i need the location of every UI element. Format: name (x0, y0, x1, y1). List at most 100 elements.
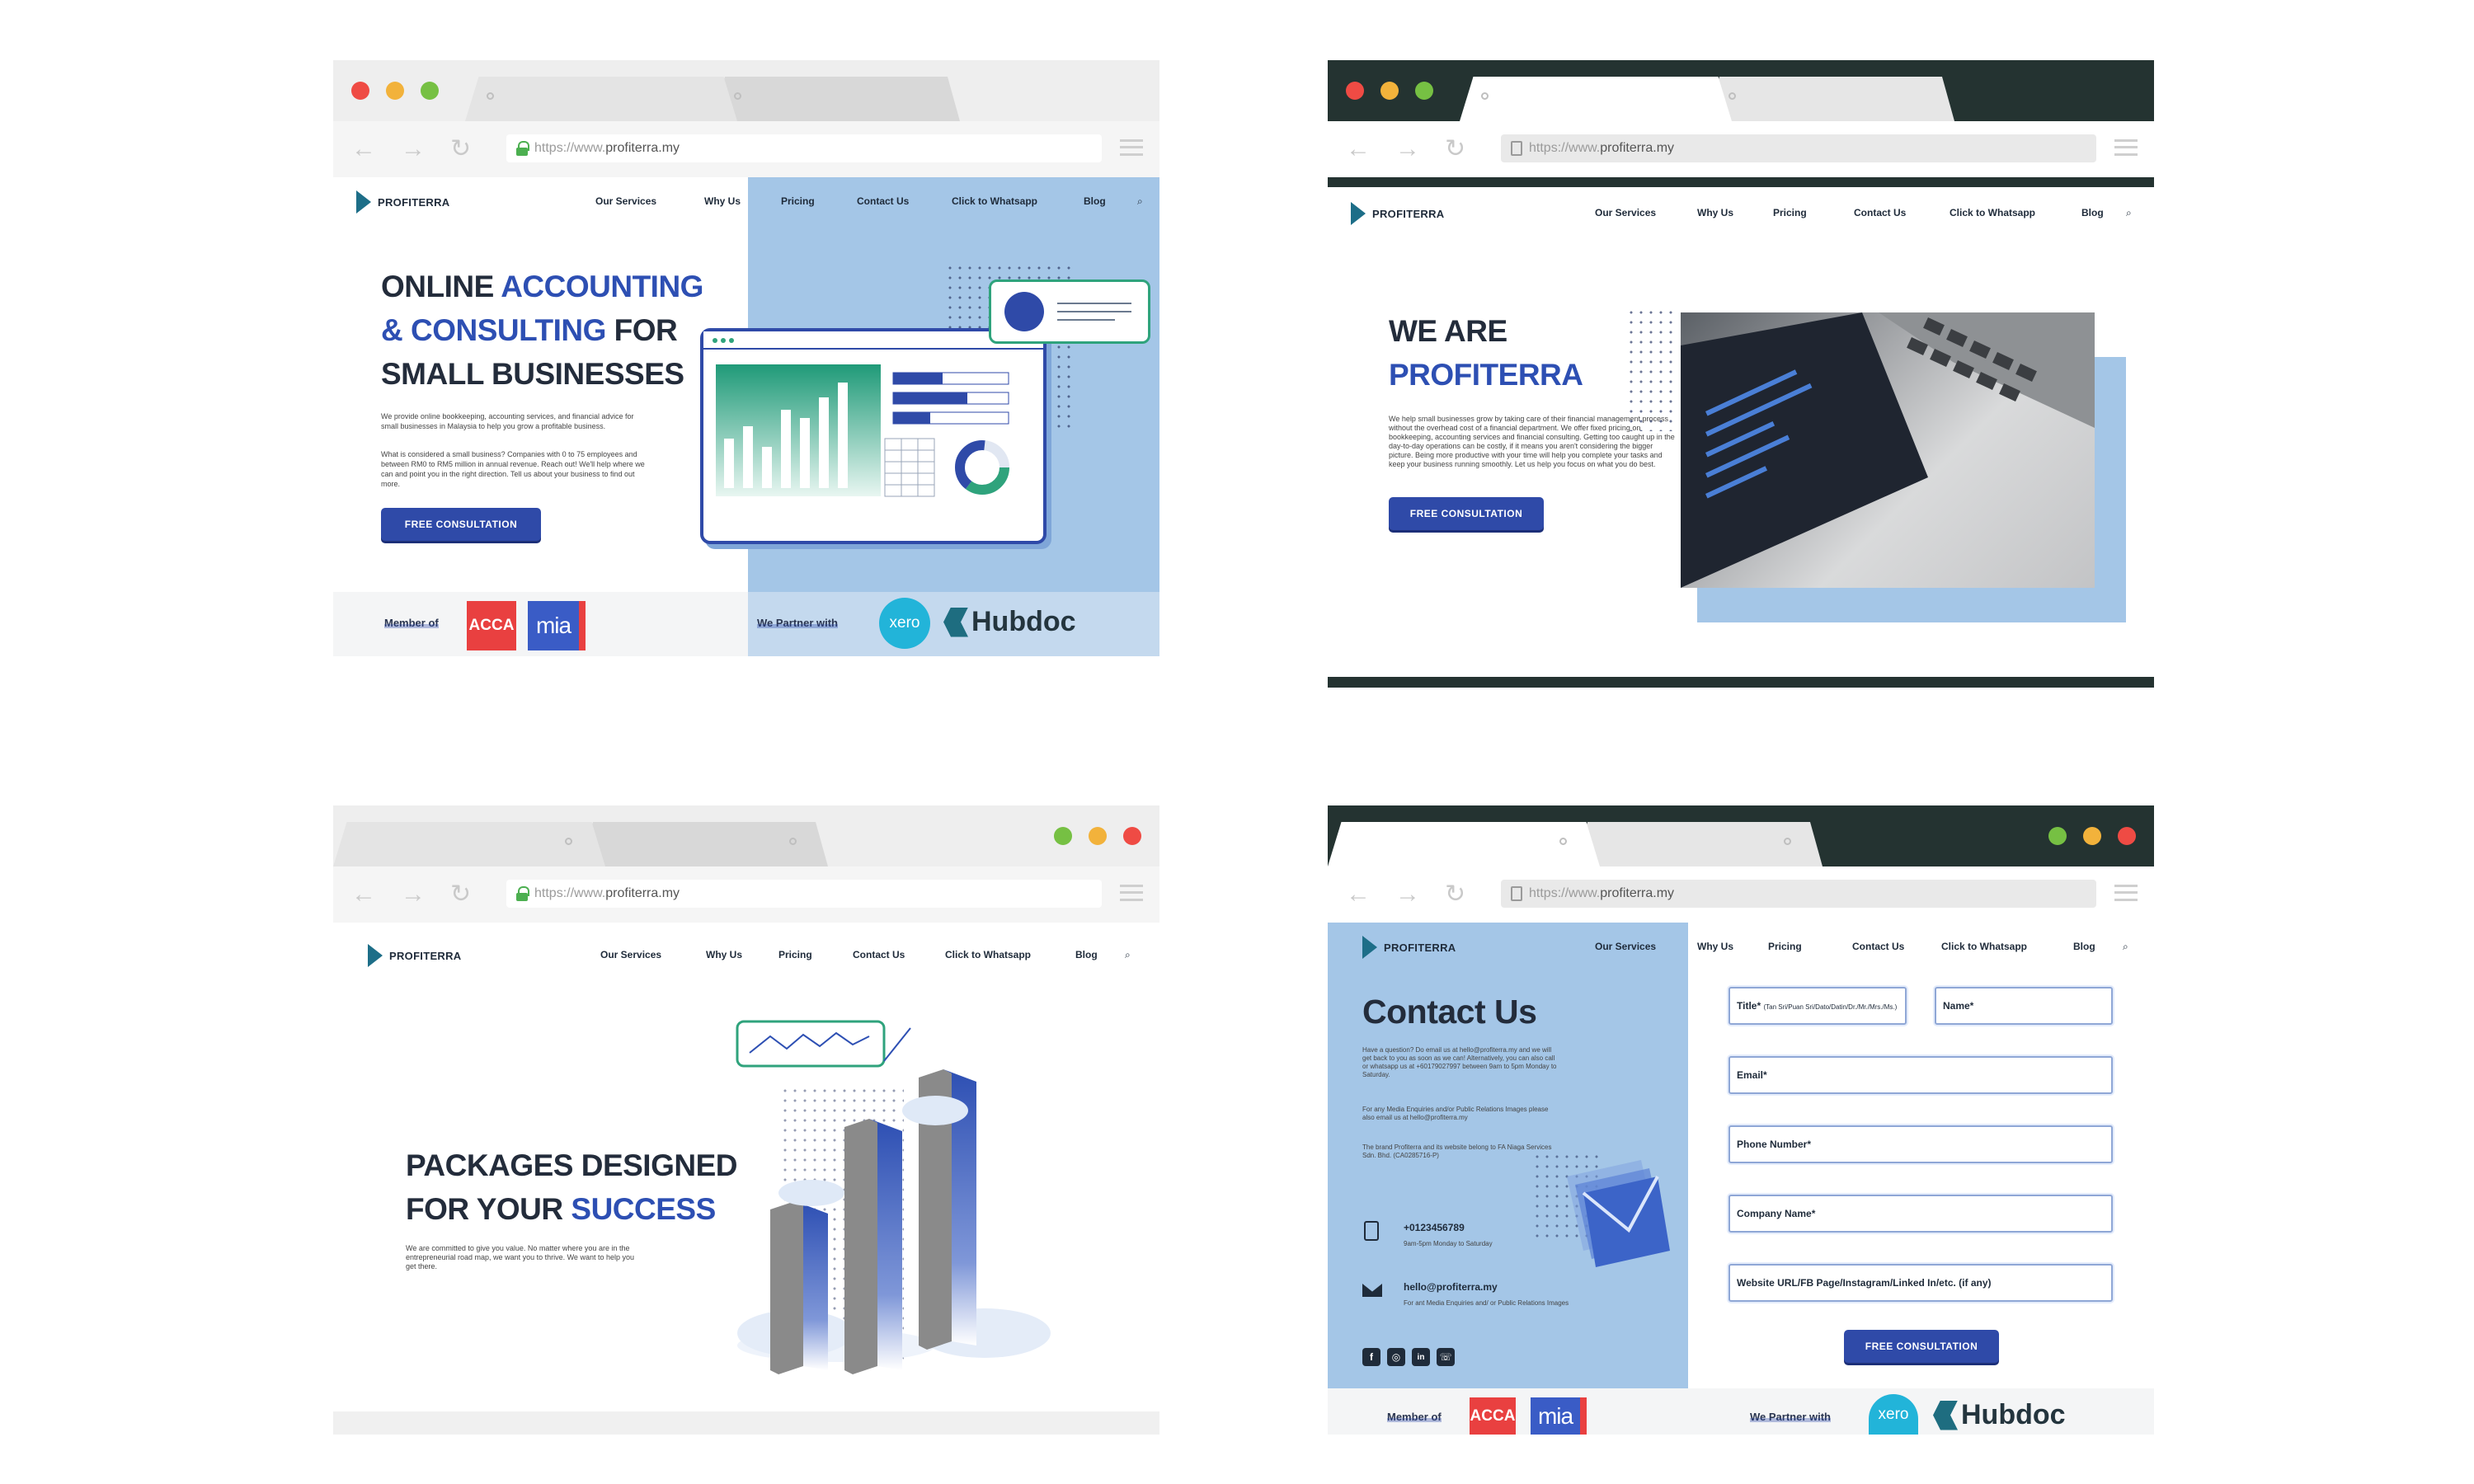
company-name-field[interactable]: Company Name* (1729, 1195, 2113, 1233)
reload-icon[interactable]: ↻ (450, 882, 471, 907)
close-window-button[interactable] (1346, 82, 1364, 100)
nav-pricing[interactable]: Pricing (1773, 207, 1807, 218)
nav-pricing[interactable]: Pricing (781, 195, 815, 207)
nav-blog[interactable]: Blog (1084, 195, 1106, 207)
brand-logo[interactable]: PROFITERRA (356, 190, 450, 214)
hamburger-menu-icon[interactable] (1120, 139, 1143, 156)
mia-logo[interactable]: mia (528, 601, 586, 650)
whatsapp-icon[interactable]: ☏ (1437, 1348, 1455, 1366)
browser-tab-active[interactable] (465, 77, 737, 121)
search-icon[interactable]: ⌕ (1137, 195, 1143, 208)
forward-arrow-icon[interactable]: → (401, 137, 426, 162)
instagram-icon[interactable]: ◎ (1387, 1348, 1405, 1366)
brand-logo[interactable]: PROFITERRA (1362, 936, 1456, 959)
forward-arrow-icon[interactable]: → (1395, 137, 1420, 162)
nav-contact-us[interactable]: Contact Us (1852, 941, 1904, 952)
mia-logo[interactable]: mia (1531, 1397, 1587, 1435)
phone-number[interactable]: +0123456789 (1404, 1223, 1465, 1233)
back-arrow-icon[interactable]: ← (351, 882, 376, 907)
back-arrow-icon[interactable]: ← (1346, 137, 1371, 162)
brand-logo[interactable]: PROFITERRA (368, 944, 462, 967)
browser-window-contact: ← → ↻ https://www.profiterra.my PROFITER… (1328, 805, 2154, 1435)
site-navbar: PROFITERRA Our Services Why Us Pricing C… (1328, 923, 2154, 970)
nav-why-us[interactable]: Why Us (704, 195, 741, 207)
phone-field[interactable]: Phone Number* (1729, 1125, 2113, 1163)
browser-tab-inactive[interactable] (713, 77, 960, 121)
forward-arrow-icon[interactable]: → (1395, 882, 1420, 907)
hamburger-menu-icon[interactable] (1120, 885, 1143, 901)
minimize-window-button[interactable] (2083, 827, 2101, 845)
nav-blog[interactable]: Blog (1075, 949, 1098, 960)
acca-logo[interactable]: ACCA (1470, 1397, 1516, 1435)
hamburger-menu-icon[interactable] (2114, 139, 2138, 156)
maximize-window-button[interactable] (1054, 827, 1072, 845)
xero-logo[interactable]: xero (879, 598, 930, 649)
nav-contact-us[interactable]: Contact Us (853, 949, 905, 960)
brand-logo[interactable]: PROFITERRA (1351, 202, 1445, 225)
free-consultation-button[interactable]: FREE CONSULTATION (381, 508, 541, 541)
back-arrow-icon[interactable]: ← (351, 137, 376, 162)
website-field[interactable]: Website URL/FB Page/Instagram/Linked In/… (1729, 1264, 2113, 1302)
hubdoc-logo[interactable]: Hubdoc (943, 606, 1076, 638)
reload-icon[interactable]: ↻ (1445, 137, 1465, 162)
browser-tab-active[interactable] (333, 822, 605, 866)
nav-our-services[interactable]: Our Services (1595, 941, 1656, 952)
nav-why-us[interactable]: Why Us (706, 949, 742, 960)
title-field[interactable]: Title* (Tan Sri/Puan Sri/Dato/Datin/Dr./… (1729, 987, 1907, 1025)
minimize-window-button[interactable] (1380, 82, 1399, 100)
nav-whatsapp[interactable]: Click to Whatsapp (945, 949, 1031, 960)
nav-blog[interactable]: Blog (2073, 941, 2095, 952)
close-window-button[interactable] (2118, 827, 2136, 845)
minimize-window-button[interactable] (1089, 827, 1107, 845)
hubdoc-mark-icon (943, 607, 968, 637)
nav-whatsapp[interactable]: Click to Whatsapp (1941, 941, 2027, 952)
acca-logo[interactable]: ACCA (467, 601, 516, 650)
contact-email[interactable]: hello@profiterra.my (1404, 1282, 1498, 1292)
nav-why-us[interactable]: Why Us (1697, 941, 1733, 952)
reload-icon[interactable]: ↻ (450, 137, 471, 162)
close-window-button[interactable] (1123, 827, 1141, 845)
browser-tab-active[interactable] (1460, 77, 1732, 121)
nav-our-services[interactable]: Our Services (1595, 207, 1656, 218)
browser-tab-inactive[interactable] (1707, 77, 1954, 121)
reload-icon[interactable]: ↻ (1445, 882, 1465, 907)
nav-blog[interactable]: Blog (2081, 207, 2104, 218)
close-window-button[interactable] (351, 82, 369, 100)
address-bar[interactable]: https://www.profiterra.my (506, 880, 1102, 908)
address-bar[interactable]: https://www.profiterra.my (506, 134, 1102, 162)
nav-why-us[interactable]: Why Us (1697, 207, 1733, 218)
hamburger-menu-icon[interactable] (2114, 885, 2138, 901)
nav-contact-us[interactable]: Contact Us (1854, 207, 1906, 218)
address-bar[interactable]: https://www.profiterra.my (1501, 134, 2096, 162)
nav-pricing[interactable]: Pricing (778, 949, 812, 960)
submit-free-consultation-button[interactable]: FREE CONSULTATION (1844, 1330, 1999, 1363)
url-text: https://www.profiterra.my (534, 886, 680, 900)
hubdoc-logo[interactable]: Hubdoc (1933, 1399, 2066, 1431)
nav-our-services[interactable]: Our Services (595, 195, 656, 207)
maximize-window-button[interactable] (2048, 827, 2067, 845)
browser-tab-active[interactable] (1328, 822, 1600, 866)
nav-whatsapp[interactable]: Click to Whatsapp (1950, 207, 2035, 218)
name-field[interactable]: Name* (1935, 987, 2113, 1025)
forward-arrow-icon[interactable]: → (401, 882, 426, 907)
about-title: WE ARE PROFITERRA (1389, 314, 1583, 392)
minimize-window-button[interactable] (386, 82, 404, 100)
maximize-window-button[interactable] (421, 82, 439, 100)
free-consultation-button[interactable]: FREE CONSULTATION (1389, 497, 1544, 530)
maximize-window-button[interactable] (1415, 82, 1433, 100)
browser-tab-inactive[interactable] (581, 822, 828, 866)
search-icon[interactable]: ⌕ (1125, 949, 1131, 961)
facebook-icon[interactable]: f (1362, 1348, 1380, 1366)
linkedin-icon[interactable]: in (1412, 1348, 1430, 1366)
browser-tab-inactive[interactable] (1575, 822, 1823, 866)
search-icon[interactable]: ⌕ (2123, 941, 2128, 953)
back-arrow-icon[interactable]: ← (1346, 882, 1371, 907)
address-bar[interactable]: https://www.profiterra.my (1501, 880, 2096, 908)
email-field[interactable]: Email* (1729, 1056, 2113, 1094)
nav-pricing[interactable]: Pricing (1768, 941, 1802, 952)
nav-contact-us[interactable]: Contact Us (857, 195, 909, 207)
nav-our-services[interactable]: Our Services (600, 949, 661, 960)
search-icon[interactable]: ⌕ (2126, 207, 2132, 219)
nav-whatsapp[interactable]: Click to Whatsapp (952, 195, 1037, 207)
tab-bar (1328, 805, 2154, 866)
